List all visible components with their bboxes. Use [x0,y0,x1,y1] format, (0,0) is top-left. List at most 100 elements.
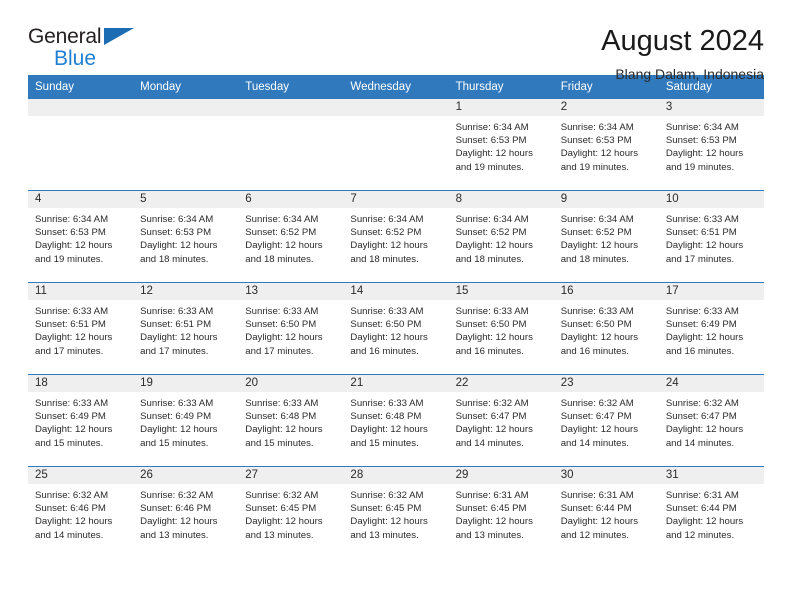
day-details: Sunrise: 6:34 AM Sunset: 6:52 PM Daylight:… [343,208,448,266]
calendar-day-cell[interactable]: 30 Sunrise: 6:31 AM Sunset: 6:44 PM Dayligh… [553,466,659,558]
sunrise-text: Sunrise: 6:33 AM [35,398,109,409]
day-details: Sunrise: 6:32 AM Sunset: 6:47 PM Daylight:… [554,392,659,450]
calendar-day-cell[interactable]: 4 Sunrise: 6:34 AM Sunset: 6:53 PM Daylight… [28,190,134,283]
calendar-day-cell[interactable]: 13 Sunrise: 6:33 AM Sunset: 6:50 PM Dayligh… [238,282,344,375]
calendar-day-cell[interactable]: 2 Sunrise: 6:34 AM Sunset: 6:53 PM Daylight… [553,99,659,191]
calendar-day-cell[interactable]: 24 Sunrise: 6:32 AM Sunset: 6:47 PM Dayligh… [658,374,764,467]
weekday-header-wednesday: Wednesday [343,75,449,99]
day-details: Sunrise: 6:32 AM Sunset: 6:45 PM Daylight:… [343,484,448,542]
sunset-text: Sunset: 6:45 PM [245,503,317,515]
day-details: Sunrise: 6:32 AM Sunset: 6:46 PM Daylight:… [133,484,238,542]
sunrise-text: Sunrise: 6:33 AM [245,398,319,409]
calendar-day-cell[interactable]: 8 Sunrise: 6:34 AM Sunset: 6:52 PM Daylight… [448,190,554,283]
sunrise-text: Sunrise: 6:34 AM [455,214,529,225]
sunrise-text: Sunrise: 6:33 AM [350,398,424,409]
sunrise-text: Sunrise: 6:34 AM [35,214,109,225]
sunset-text: Sunset: 6:49 PM [665,319,737,331]
calendar-day-cell[interactable]: 18 Sunrise: 6:33 AM Sunset: 6:49 PM Dayligh… [28,374,134,467]
day-details: Sunrise: 6:33 AM Sunset: 6:50 PM Daylight:… [343,300,448,358]
calendar-day-cell[interactable]: 19 Sunrise: 6:33 AM Sunset: 6:49 PM Dayligh… [133,374,239,467]
calendar-day-cell[interactable]: 23 Sunrise: 6:32 AM Sunset: 6:47 PM Dayligh… [553,374,659,467]
weekday-header-tuesday: Tuesday [238,75,344,99]
calendar-day-cell[interactable]: 9 Sunrise: 6:34 AM Sunset: 6:52 PM Daylight… [553,190,659,283]
sunset-text: Sunset: 6:53 PM [560,135,632,147]
sunset-text: Sunset: 6:52 PM [560,227,632,239]
calendar-day-cell[interactable]: 16 Sunrise: 6:33 AM Sunset: 6:50 PM Dayligh… [553,282,659,375]
calendar-day-cell[interactable]: 20 Sunrise: 6:33 AM Sunset: 6:48 PM Dayligh… [238,374,344,467]
calendar-day-cell[interactable]: 14 Sunrise: 6:33 AM Sunset: 6:50 PM Dayligh… [343,282,449,375]
calendar-day-cell[interactable]: 10 Sunrise: 6:33 AM Sunset: 6:51 PM Dayligh… [658,190,764,283]
daylight-text: Daylight: 12 hours [560,424,639,436]
calendar-body: 1 Sunrise: 6:34 AM Sunset: 6:53 PM Daylight… [28,99,764,558]
sunset-text: Sunset: 6:53 PM [455,135,527,147]
calendar-week-row: 18 Sunrise: 6:33 AM Sunset: 6:49 PM Dayligh… [28,374,764,467]
day-number: 27 [238,467,344,484]
calendar-day-cell-empty [28,99,134,191]
calendar-day-cell[interactable]: 3 Sunrise: 6:34 AM Sunset: 6:53 PM Daylight… [658,99,764,191]
sunrise-text: Sunrise: 6:32 AM [245,490,319,501]
daylight-text-cont: and 14 minutes. [455,437,524,449]
daylight-text: Daylight: 12 hours [245,516,323,528]
day-number: 28 [343,467,449,484]
sunrise-text: Sunrise: 6:34 AM [665,122,739,133]
day-number: 21 [343,375,449,392]
daylight-text-cont: and 19 minutes. [665,161,735,173]
calendar-day-cell[interactable]: 31 Sunrise: 6:31 AM Sunset: 6:44 PM Dayligh… [658,466,764,558]
calendar-page: General Blue August 2024 Blang Dalam, In… [0,0,792,612]
day-number: 9 [553,191,659,208]
sunrise-text: Sunrise: 6:33 AM [140,398,214,409]
calendar-day-cell[interactable]: 29 Sunrise: 6:31 AM Sunset: 6:45 PM Dayligh… [448,466,554,558]
daylight-text-cont: and 15 minutes. [350,437,419,449]
sunrise-text: Sunrise: 6:33 AM [350,306,424,317]
calendar-day-cell[interactable]: 27 Sunrise: 6:32 AM Sunset: 6:45 PM Dayligh… [238,466,344,558]
daylight-text-cont: and 13 minutes. [245,529,314,541]
daylight-text-cont: and 14 minutes. [560,437,629,449]
daylight-text-cont: and 18 minutes. [455,253,524,265]
day-number: 17 [658,283,764,300]
calendar-day-cell[interactable]: 26 Sunrise: 6:32 AM Sunset: 6:46 PM Dayligh… [133,466,239,558]
daylight-text-cont: and 17 minutes. [35,345,104,357]
sunrise-text: Sunrise: 6:34 AM [455,122,529,133]
calendar-day-cell[interactable]: 7 Sunrise: 6:34 AM Sunset: 6:52 PM Daylight… [343,190,449,283]
calendar-day-cell[interactable]: 28 Sunrise: 6:32 AM Sunset: 6:45 PM Dayligh… [343,466,449,558]
sunrise-text: Sunrise: 6:31 AM [665,490,739,501]
sunrise-text: Sunrise: 6:33 AM [140,306,214,317]
sunrise-text: Sunrise: 6:34 AM [140,214,214,225]
day-details: Sunrise: 6:34 AM Sunset: 6:52 PM Daylight:… [238,208,343,266]
sunrise-text: Sunrise: 6:31 AM [455,490,529,501]
calendar-day-cell[interactable]: 22 Sunrise: 6:32 AM Sunset: 6:47 PM Dayligh… [448,374,554,467]
daylight-text-cont: and 19 minutes. [455,161,524,173]
day-number [238,99,344,116]
sunrise-text: Sunrise: 6:32 AM [140,490,214,501]
day-number: 10 [658,191,764,208]
daylight-text-cont: and 13 minutes. [140,529,209,541]
daylight-text-cont: and 19 minutes. [35,253,104,265]
calendar-week-row: 25 Sunrise: 6:32 AM Sunset: 6:46 PM Dayligh… [28,466,764,558]
sunset-text: Sunset: 6:44 PM [665,503,737,515]
calendar-day-cell[interactable]: 12 Sunrise: 6:33 AM Sunset: 6:51 PM Dayligh… [133,282,239,375]
daylight-text: Daylight: 12 hours [140,332,218,344]
calendar-day-cell[interactable]: 1 Sunrise: 6:34 AM Sunset: 6:53 PM Daylight… [448,99,554,191]
calendar-day-cell[interactable]: 11 Sunrise: 6:33 AM Sunset: 6:51 PM Dayligh… [28,282,134,375]
daylight-text-cont: and 16 minutes. [350,345,419,357]
brand-logo[interactable]: General Blue [28,26,148,74]
day-details: Sunrise: 6:32 AM Sunset: 6:47 PM Daylight:… [659,392,764,450]
daylight-text-cont: and 18 minutes. [350,253,419,265]
daylight-text: Daylight: 12 hours [665,516,744,528]
daylight-text-cont: and 19 minutes. [560,161,629,173]
calendar-day-cell[interactable]: 25 Sunrise: 6:32 AM Sunset: 6:46 PM Dayligh… [28,466,134,558]
day-details: Sunrise: 6:31 AM Sunset: 6:45 PM Daylight:… [449,484,554,542]
daylight-text-cont: and 14 minutes. [665,437,735,449]
calendar-day-cell[interactable]: 15 Sunrise: 6:33 AM Sunset: 6:50 PM Dayligh… [448,282,554,375]
day-number: 30 [553,467,659,484]
day-number: 31 [658,467,764,484]
calendar-day-cell[interactable]: 5 Sunrise: 6:34 AM Sunset: 6:53 PM Daylight… [133,190,239,283]
calendar-day-cell[interactable]: 6 Sunrise: 6:34 AM Sunset: 6:52 PM Daylight… [238,190,344,283]
day-number: 19 [133,375,239,392]
sunset-text: Sunset: 6:51 PM [35,319,106,331]
sunset-text: Sunset: 6:47 PM [560,411,632,423]
calendar-day-cell[interactable]: 17 Sunrise: 6:33 AM Sunset: 6:49 PM Dayligh… [658,282,764,375]
calendar-day-cell[interactable]: 21 Sunrise: 6:33 AM Sunset: 6:48 PM Dayligh… [343,374,449,467]
sunset-text: Sunset: 6:48 PM [245,411,317,423]
sunset-text: Sunset: 6:51 PM [140,319,212,331]
